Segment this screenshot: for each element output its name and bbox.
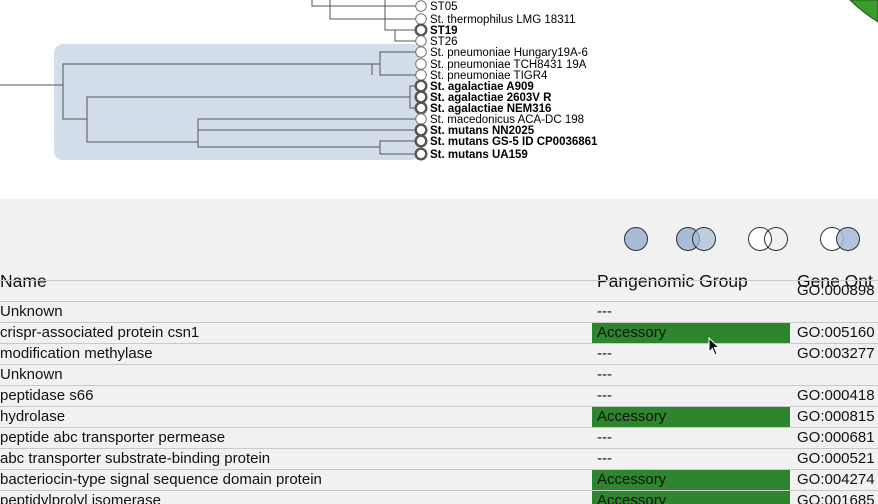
leaf-node-circle[interactable] [414,101,428,115]
gene-ontology-cell: GO:001685 [797,492,875,504]
gene-ontology-cell: GO:000898 [797,282,875,299]
table-row[interactable]: peptide abc transporter permease --- GO:00… [0,427,878,449]
gene-name-cell: crispr-associated protein csn1 [0,324,200,341]
pangenomic-group-cell: Accessory [592,407,790,427]
gene-name-cell: peptide abc transporter permease [0,429,226,446]
leaf-node-circle[interactable] [415,69,427,81]
pangenomic-group-cell: --- [597,387,612,404]
tree-leaf[interactable]: St. mutans GS-5 ID CP0036861 [414,134,598,148]
table-row[interactable]: GO:000898 [0,280,878,302]
gene-name-cell [0,281,590,301]
tree-leaf[interactable]: St. pneumoniae Hungary19A-6 [415,46,588,59]
pangenomic-group-cell: --- [597,366,612,383]
leaf-node-circle[interactable] [415,35,427,47]
leaf-node-circle[interactable] [414,123,428,137]
leaf-node-circle[interactable] [414,134,428,148]
green-corner-shape [849,0,878,23]
gene-name-cell: hydrolase [0,408,66,425]
gene-ontology-cell: GO:004274 [797,471,875,488]
gene-name-cell: bacteriocin-type signal sequence domain … [0,471,322,488]
gene-name-cell: peptidase s66 [0,387,94,404]
leaf-label[interactable]: St. mutans UA159 [430,149,528,161]
phylogenetic-tree: ST05St. thermophilus LMG 18311ST19ST26St… [0,0,878,161]
gene-name-cell: Unknown [0,303,63,320]
table-row[interactable]: modification methylase --- GO:003277 [0,343,878,365]
leaf-node-circle[interactable] [415,58,427,70]
leaf-label[interactable]: St. pneumoniae Hungary19A-6 [430,47,588,59]
table-row[interactable]: bacteriocin-type signal sequence domain … [0,469,878,491]
table-row[interactable]: peptidylprolyl isomerase Accessory GO:0016… [0,490,878,504]
leaf-label[interactable]: ST05 [430,1,458,13]
leaf-node-circle[interactable] [414,79,428,93]
gene-name-cell: modification methylase [0,345,153,362]
tree-leaf[interactable]: ST05 [415,0,458,13]
leaf-node-circle[interactable] [415,46,427,58]
pangenomic-group-cell [592,281,790,301]
mouse-pointer-icon [708,337,721,356]
gene-ontology-cell: GO:000681 [797,429,875,446]
pangenomic-group-cell: Accessory [592,491,790,504]
leaf-node-circle[interactable] [414,147,428,161]
table-row[interactable]: abc transporter substrate-binding protei… [0,448,878,470]
gene-ontology-cell: GO:000418 [797,387,875,404]
pangenomic-group-cell: --- [597,429,612,446]
gene-name-cell: peptidylprolyl isomerase [0,492,161,504]
table-row[interactable]: Unknown --- [0,301,878,323]
leaf-node-circle[interactable] [414,90,428,104]
gene-ontology-cell: GO:003277 [797,345,875,362]
leaf-node-circle[interactable] [414,23,428,37]
gene-name-cell: Unknown [0,366,63,383]
table-row[interactable]: crispr-associated protein csn1 Accessory G… [0,322,878,344]
leaf-label[interactable]: St. mutans GS-5 ID CP0036861 [430,136,598,148]
gene-table-panel: Name Pangenomic Group Gene Ont GO:000898… [0,199,878,504]
gene-ontology-cell [797,365,878,385]
pangenomic-group-cell: Accessory [592,470,790,490]
highlighted-clade [54,44,420,160]
leaf-node-circle[interactable] [415,13,427,25]
leaf-node-circle[interactable] [415,113,427,125]
table-row[interactable]: hydrolase Accessory GO:000815 [0,406,878,428]
pangenomic-group-cell: --- [597,450,612,467]
gene-ontology-cell: GO:000521 [797,450,875,467]
pangenomic-group-cell: Accessory [592,323,790,343]
table-row[interactable]: peptidase s66 --- GO:000418 [0,385,878,407]
gene-name-cell: abc transporter substrate-binding protei… [0,450,271,467]
tree-leaf[interactable]: St. mutans UA159 [414,147,528,161]
table-row[interactable]: Unknown --- [0,364,878,386]
gene-ontology-cell: GO:005160 [797,324,875,341]
pangenomic-group-cell: --- [597,345,612,362]
gene-ontology-cell: GO:000815 [797,408,875,425]
gene-ontology-cell [797,302,878,322]
pangenomic-group-cell: --- [597,303,612,320]
leaf-node-circle[interactable] [415,0,427,12]
